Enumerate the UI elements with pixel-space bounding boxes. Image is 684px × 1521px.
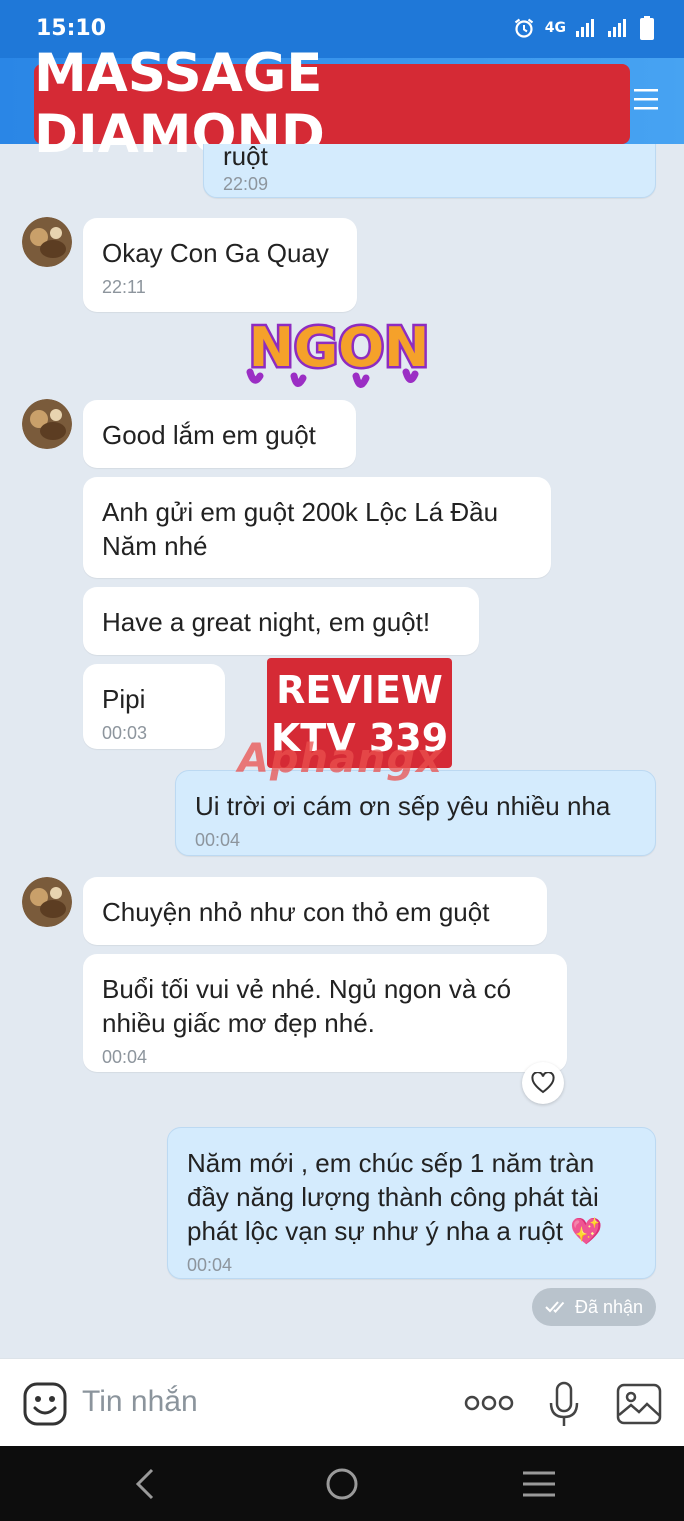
- avatar[interactable]: [22, 217, 72, 267]
- message-bubble-received[interactable]: Okay Con Ga Quay 22:11: [83, 218, 357, 312]
- avatar[interactable]: [22, 399, 72, 449]
- message-time: 00:04: [195, 830, 241, 850]
- message-time: 22:09: [223, 174, 269, 194]
- review-line-1: REVIEW: [276, 668, 443, 712]
- message-bubble-received[interactable]: Good lắm em guột: [83, 400, 356, 468]
- message-time: 00:04: [187, 1255, 233, 1275]
- signal-icon-2: [608, 19, 626, 37]
- message-bubble-sent[interactable]: Năm mới , em chúc sếp 1 năm tràn đầy năn…: [167, 1127, 656, 1279]
- menu-icon[interactable]: [632, 85, 660, 113]
- navigation-bar: [0, 1446, 684, 1521]
- message-bubble-received[interactable]: Have a great night, em guột!: [83, 587, 479, 655]
- message-text: Good lắm em guột: [102, 420, 316, 450]
- received-status-text: Đã nhận: [574, 1296, 644, 1317]
- ngon-sticker[interactable]: NGON: [236, 310, 442, 396]
- status-time: 15:10: [36, 16, 107, 41]
- double-check-icon: [545, 1301, 565, 1313]
- message-bubble-received[interactable]: Pipi 00:03: [83, 664, 225, 749]
- image-icon[interactable]: [616, 1383, 662, 1425]
- back-icon[interactable]: [126, 1464, 166, 1504]
- message-text: Buổi tối vui vẻ nhé. Ngủ ngon và có nhiề…: [102, 974, 512, 1038]
- received-status-badge: Đã nhận: [532, 1288, 656, 1326]
- message-text: Anh gửi em guột 200k Lộc Lá Đầu Năm nhé: [102, 497, 499, 561]
- message-input-bar: Tin nhắn: [0, 1358, 684, 1446]
- signal-icon: [576, 19, 594, 37]
- sticker-text: NGON: [249, 316, 430, 379]
- battery-icon: [640, 16, 654, 40]
- message-text: Chuyện nhỏ như con thỏ em guột: [102, 897, 490, 927]
- message-input[interactable]: Tin nhắn: [82, 1385, 198, 1419]
- microphone-icon[interactable]: [548, 1381, 580, 1429]
- message-text: Okay Con Ga Quay: [102, 238, 329, 268]
- message-text: Ui trời ơi cám ơn sếp yêu nhiều nha: [195, 791, 611, 821]
- message-bubble-received[interactable]: Buổi tối vui vẻ nhé. Ngủ ngon và có nhiề…: [83, 954, 567, 1072]
- avatar[interactable]: [22, 877, 72, 927]
- message-bubble-received[interactable]: Chuyện nhỏ như con thỏ em guột: [83, 877, 547, 945]
- message-bubble-received[interactable]: Anh gửi em guột 200k Lộc Lá Đầu Năm nhé: [83, 477, 551, 578]
- message-time: 00:04: [102, 1047, 148, 1067]
- more-icon[interactable]: [464, 1393, 514, 1413]
- watermark: Aphangx: [238, 736, 443, 782]
- emoji-icon[interactable]: [22, 1381, 68, 1427]
- home-icon[interactable]: [322, 1464, 362, 1504]
- message-text: ruột: [223, 144, 268, 171]
- status-icons: 4G: [513, 14, 654, 42]
- message-text: Pipi: [102, 684, 146, 714]
- message-text: Have a great night, em guột!: [102, 607, 431, 637]
- reaction-button[interactable]: [522, 1062, 564, 1104]
- recents-icon[interactable]: [519, 1464, 559, 1504]
- message-bubble-sent[interactable]: ruột 22:09: [203, 144, 656, 198]
- alarm-icon: [514, 18, 533, 38]
- message-time: 00:03: [102, 723, 148, 743]
- message-bubble-sent[interactable]: Ui trời ơi cám ơn sếp yêu nhiều nha 00:0…: [175, 770, 656, 856]
- chat-area[interactable]: ruột 22:09 Okay Con Ga Quay 22:11 NGON G…: [0, 144, 684, 1358]
- message-time: 22:11: [102, 277, 146, 297]
- network-type: 4G: [544, 20, 566, 36]
- heart-icon: [531, 1072, 555, 1094]
- message-text: Năm mới , em chúc sếp 1 năm tràn đầy năn…: [187, 1148, 603, 1246]
- banner-title: MASSAGE DIAMOND: [34, 43, 630, 165]
